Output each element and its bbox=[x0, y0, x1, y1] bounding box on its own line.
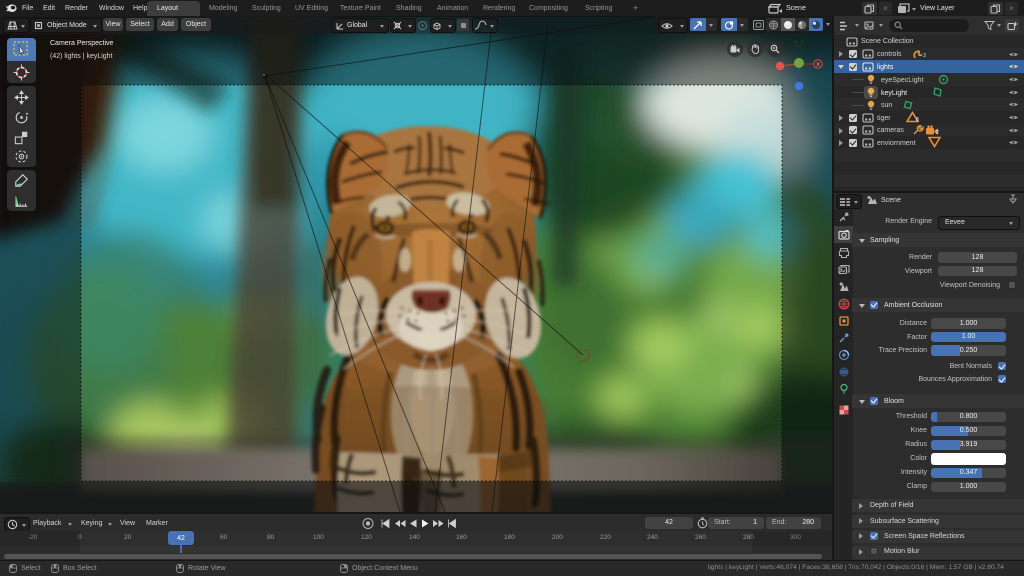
svg-text:X: X bbox=[816, 63, 820, 69]
